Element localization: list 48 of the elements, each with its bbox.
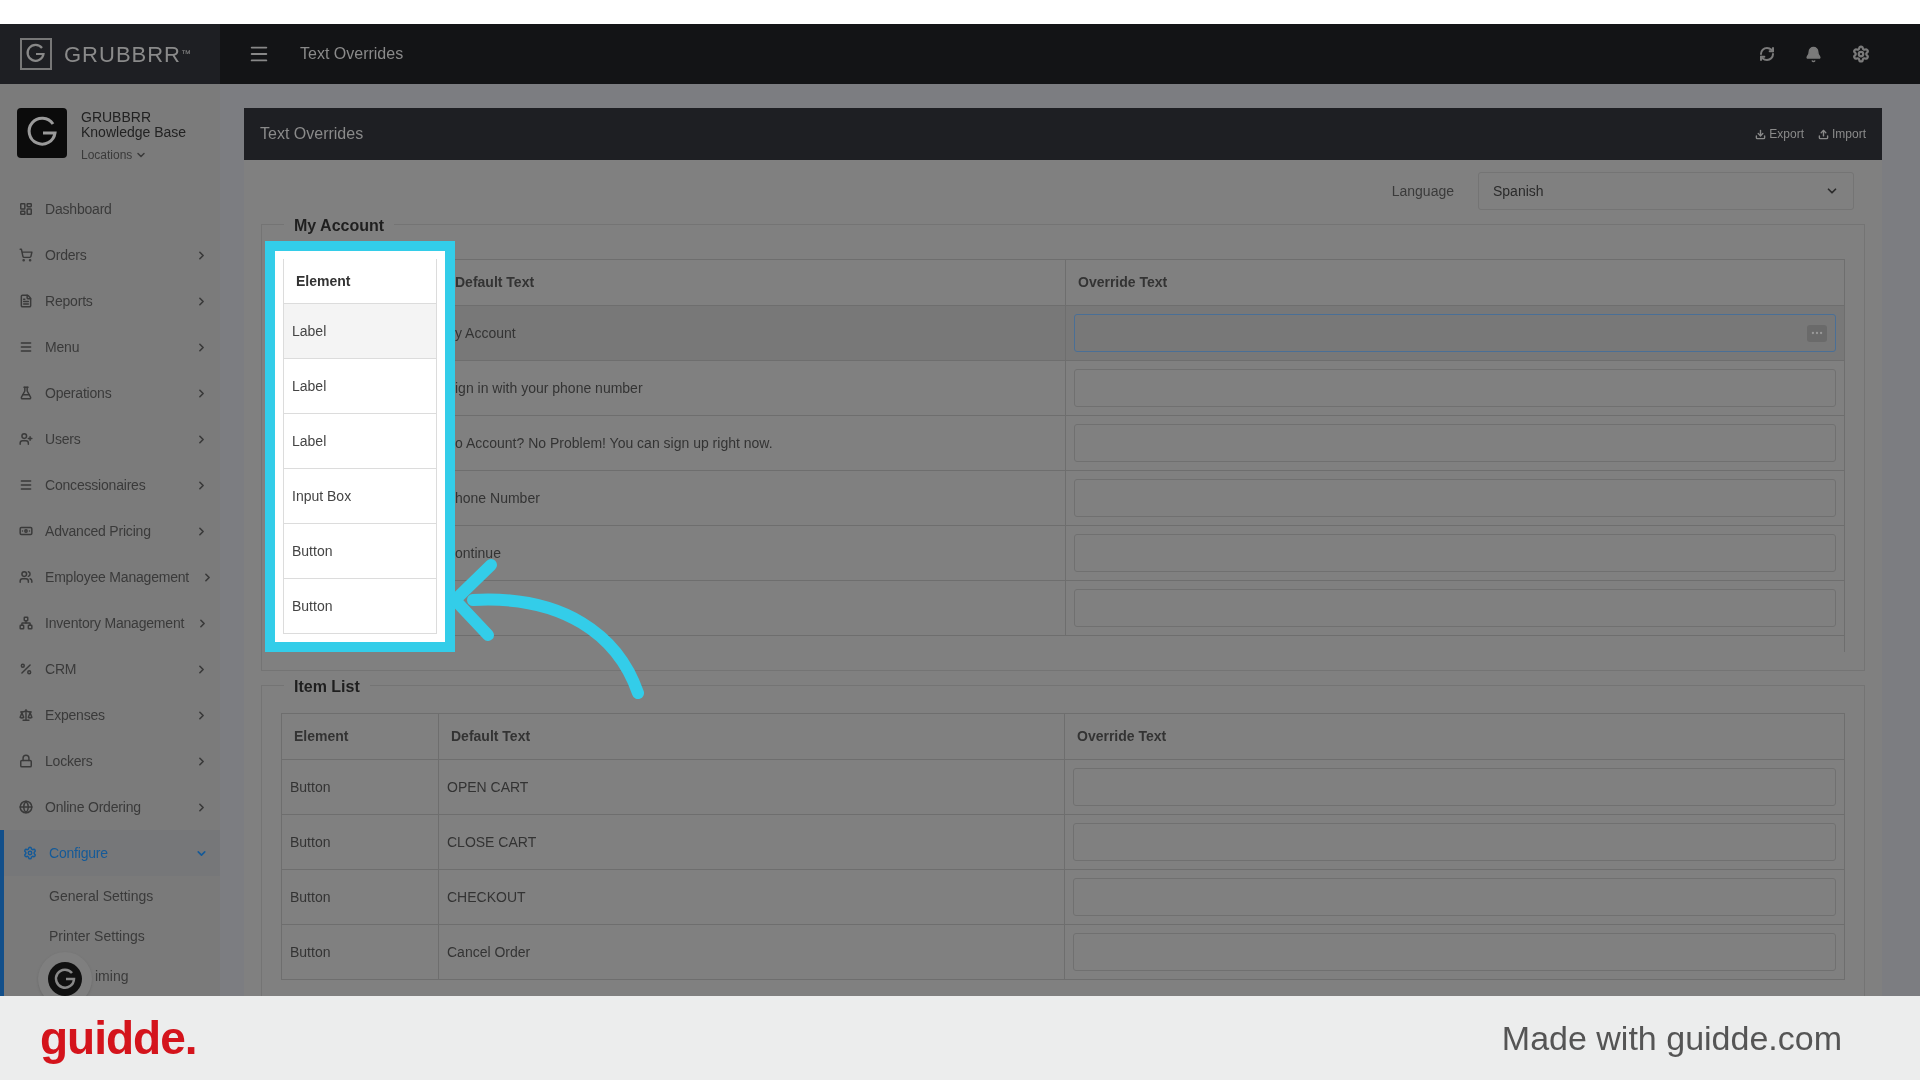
sidebar-item[interactable]: Inventory Management [0, 600, 220, 646]
table-cell: CLOSE CART [438, 815, 1064, 869]
locations-dropdown[interactable]: Locations [81, 146, 187, 164]
sidebar-item[interactable]: Concessionaires [0, 462, 220, 508]
sidebar-item[interactable]: Employee Management [0, 554, 220, 600]
sidebar-item[interactable]: Online Ordering [0, 784, 220, 830]
table-cell-text: ontinue [455, 543, 502, 563]
table-cell-text: ign in with your phone number [455, 378, 644, 398]
table-cell-text: y Account [455, 323, 517, 343]
language-label: Language [1391, 181, 1454, 201]
submenu-item[interactable]: General Settings [4, 876, 220, 916]
column-header: Default Text [455, 273, 536, 292]
table-cell-text: hone Number [455, 488, 541, 508]
sidebar-item[interactable]: Menu [0, 324, 220, 370]
sidebar-item[interactable]: Operations [0, 370, 220, 416]
sidebar-item[interactable]: Configure [0, 830, 220, 876]
sidebar-item[interactable]: Dashboard [0, 186, 220, 232]
sidebar-item[interactable]: Reports [0, 278, 220, 324]
credit-text: Made with guidde.com [1501, 1017, 1842, 1059]
sidebar-item[interactable]: Orders [0, 232, 220, 278]
table-cell: CHECKOUT [438, 870, 1064, 924]
table-cell-text: Button [289, 777, 332, 797]
submenu-item[interactable]: iming [4, 956, 220, 996]
guidde-logo: guidde. [40, 1010, 197, 1066]
table-cell-text: Button [289, 832, 332, 852]
brand-name: GRUBBRR$^{™}$ [64, 40, 192, 69]
column-header: Element [293, 727, 350, 746]
column-header: Override Text [1065, 260, 1844, 305]
page-title: Text Overrides [300, 44, 404, 64]
table-cell: Label [284, 304, 436, 359]
import-button[interactable]: Import [1818, 125, 1866, 143]
sidebar-item[interactable]: Users [0, 416, 220, 462]
language-select[interactable]: Spanish [1478, 172, 1854, 210]
panel-title: Text Overrides [260, 124, 365, 144]
table-cell-text: Button [289, 887, 332, 907]
table-cell-text: o Account? No Problem! You can sign up right now. [455, 433, 774, 453]
account-name: GRUBBRR Knowledge Base [81, 110, 187, 140]
sidebar-item[interactable]: CRM [0, 646, 220, 692]
sidebar-item[interactable]: Lockers [0, 738, 220, 784]
column-header: Default Text [438, 714, 1064, 759]
table-cell: Cancel Order [438, 925, 1064, 979]
export-button[interactable]: Export [1755, 125, 1804, 143]
table-cell: OPEN CART [438, 760, 1064, 814]
sidebar-item[interactable]: Advanced Pricing [0, 508, 220, 554]
sidebar-item[interactable]: Expenses [0, 692, 220, 738]
submenu-item[interactable]: Printer Settings [4, 916, 220, 956]
column-header: Override Text [1064, 714, 1844, 759]
table-cell-text: Button [289, 942, 332, 962]
